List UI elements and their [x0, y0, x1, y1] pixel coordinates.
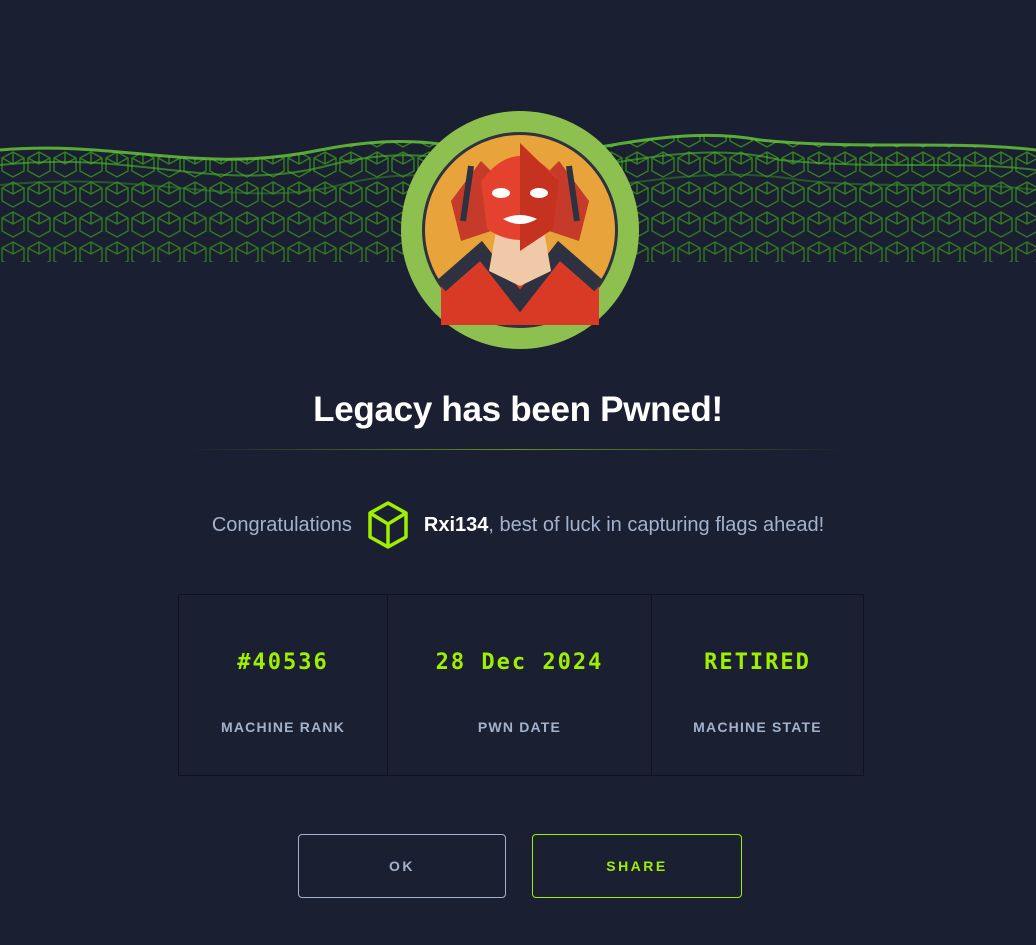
stat-value: #40536: [237, 650, 329, 675]
stat-label: MACHINE STATE: [693, 719, 822, 735]
stat-pwn-date: 28 Dec 2024 PWN DATE: [388, 595, 652, 775]
stats-panel: #40536 MACHINE RANK 28 Dec 2024 PWN DATE…: [178, 594, 864, 776]
share-button[interactable]: SHARE: [532, 834, 742, 898]
divider: [188, 449, 848, 450]
page-title: Legacy has been Pwned!: [313, 390, 723, 429]
username[interactable]: Rxi134: [424, 514, 489, 537]
stat-label: PWN DATE: [477, 719, 562, 735]
stat-label: MACHINE RANK: [220, 719, 346, 735]
congrats-prefix: Congratulations: [211, 513, 352, 536]
cube-icon: [366, 500, 410, 550]
ok-button[interactable]: OK: [298, 834, 506, 898]
stat-value: 28 Dec 2024: [435, 650, 604, 675]
stat-value: RETIRED: [704, 650, 811, 675]
stat-machine-state: RETIRED MACHINE STATE: [652, 595, 863, 775]
stat-machine-rank: #40536 MACHINE RANK: [179, 595, 388, 775]
machine-avatar: [401, 111, 639, 349]
congrats-message: Congratulations Rxi134 , best of luck in…: [0, 500, 1036, 550]
congrats-suffix: , best of luck in capturing flags ahead!: [488, 513, 825, 536]
